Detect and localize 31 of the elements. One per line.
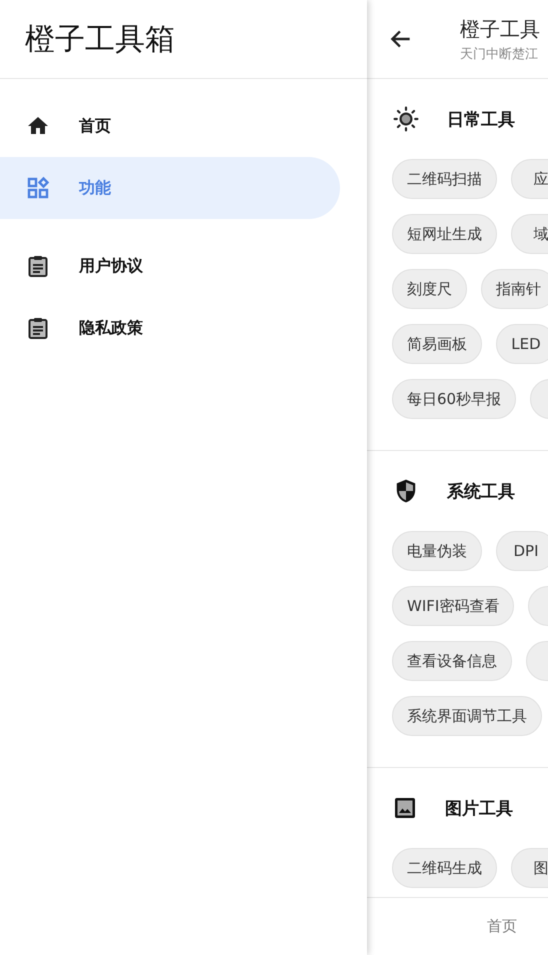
page-title: 橙子工具 [460, 16, 540, 42]
tool-chip[interactable]: DPI [496, 531, 548, 571]
clipboard-icon [26, 254, 50, 278]
tool-chip[interactable]: LED [496, 324, 548, 364]
tool-chip[interactable]: 二维码生成 [392, 848, 497, 888]
tool-chip[interactable]: 应 [511, 159, 548, 199]
sun-icon [393, 106, 419, 132]
tool-chip[interactable]: 图 [511, 848, 548, 888]
section-title: 系统工具 [447, 480, 515, 502]
section-title: 图片工具 [445, 798, 513, 820]
grid-icon [26, 176, 50, 200]
tool-chip[interactable]: WIFI密码查看 [392, 586, 514, 626]
tool-chip[interactable]: 每日60秒早报 [392, 379, 516, 419]
tool-chip[interactable]: 短网址生成 [392, 214, 497, 254]
tool-chip[interactable]: 系统界面调节工具 [392, 696, 542, 736]
tool-chip[interactable]: 刻度尺 [392, 269, 467, 309]
section-title: 日常工具 [447, 108, 515, 130]
tool-chip[interactable]: 简易画板 [392, 324, 482, 364]
nav-item[interactable]: 首页 [0, 95, 340, 157]
clipboard-icon [26, 316, 50, 340]
nav-item[interactable]: 用户协议 [0, 235, 340, 297]
tool-chip[interactable]: 二维码扫描 [392, 159, 497, 199]
tool-chip[interactable]: 指南针 [481, 269, 548, 309]
image-icon [393, 796, 417, 820]
tool-chip[interactable]: 查看设备信息 [392, 641, 512, 681]
tool-chip[interactable]: 域 [511, 214, 548, 254]
page-subtitle: 天门中断楚江 [460, 46, 539, 62]
tool-chip[interactable]: 电量伪装 [392, 531, 482, 571]
bottom-nav-tab[interactable]: 首页 [487, 917, 517, 936]
nav-item[interactable]: 隐私政策 [0, 297, 340, 359]
app-title: 橙子工具箱 [25, 20, 175, 58]
